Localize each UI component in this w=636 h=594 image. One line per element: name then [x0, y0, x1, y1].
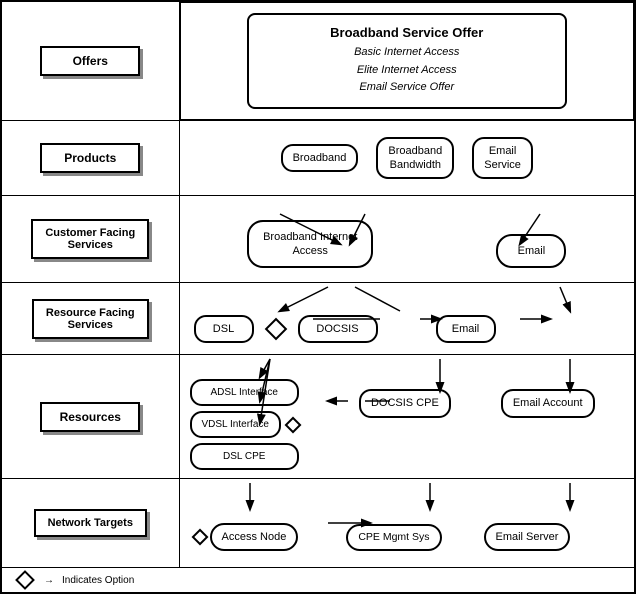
cfs-arrows-svg [180, 196, 636, 266]
nt-label: Network Targets [34, 509, 147, 537]
legend-text: Indicates Option [62, 575, 134, 586]
offers-item-3: Email Service Offer [269, 79, 545, 97]
rfs-label-cell: Resource FacingServices [1, 283, 179, 355]
product-broadband: Broadband [281, 144, 359, 172]
products-label-cell: Products [1, 120, 179, 196]
nt-label-cell: Network Targets [1, 479, 179, 568]
legend-diamond-icon [15, 570, 35, 590]
resources-label-cell: Resources [1, 355, 179, 479]
product-email-service: EmailService [472, 137, 533, 180]
offers-label-cell: Offers [1, 1, 179, 120]
offers-item-1: Basic Internet Access [269, 44, 545, 62]
legend-arrow-symbol: → [44, 575, 54, 586]
offers-main-title: Broadband Service Offer [269, 25, 545, 40]
offers-label: Offers [40, 46, 140, 76]
products-content: Broadband BroadbandBandwidth EmailServic… [179, 120, 635, 196]
rfs-arrows-svg [180, 283, 636, 355]
offers-main-box: Broadband Service Offer Basic Internet A… [247, 13, 567, 109]
rfs-label: Resource FacingServices [32, 299, 149, 339]
res-arrows-svg [180, 355, 636, 445]
resources-content-cell: ADSL Interface VDSL Interface DSL CPE DO… [179, 355, 635, 479]
product-broadband-bandwidth: BroadbandBandwidth [376, 137, 454, 180]
legend-row: → Indicates Option [1, 568, 635, 594]
offers-item-2: Elite Internet Access [269, 62, 545, 80]
cfs-content: Broadband InternetAccess Email [179, 196, 635, 283]
cfs-label: Customer FacingServices [31, 219, 149, 259]
legend: → Indicates Option [18, 573, 618, 587]
rfs-content-cell: DSL DOCSIS Email [179, 283, 635, 355]
nt-arrows-svg [180, 479, 636, 551]
offers-subtitle: Basic Internet Access Elite Internet Acc… [269, 44, 545, 97]
cfs-label-cell: Customer FacingServices [1, 196, 179, 283]
nt-content-cell: Access Node CPE Mgmt Sys Email Server [179, 479, 635, 568]
res-dsl-cpe: DSL CPE [190, 443, 299, 470]
offers-content: Broadband Service Offer Basic Internet A… [180, 2, 635, 120]
resources-label: Resources [40, 402, 140, 432]
products-label: Products [40, 143, 140, 173]
